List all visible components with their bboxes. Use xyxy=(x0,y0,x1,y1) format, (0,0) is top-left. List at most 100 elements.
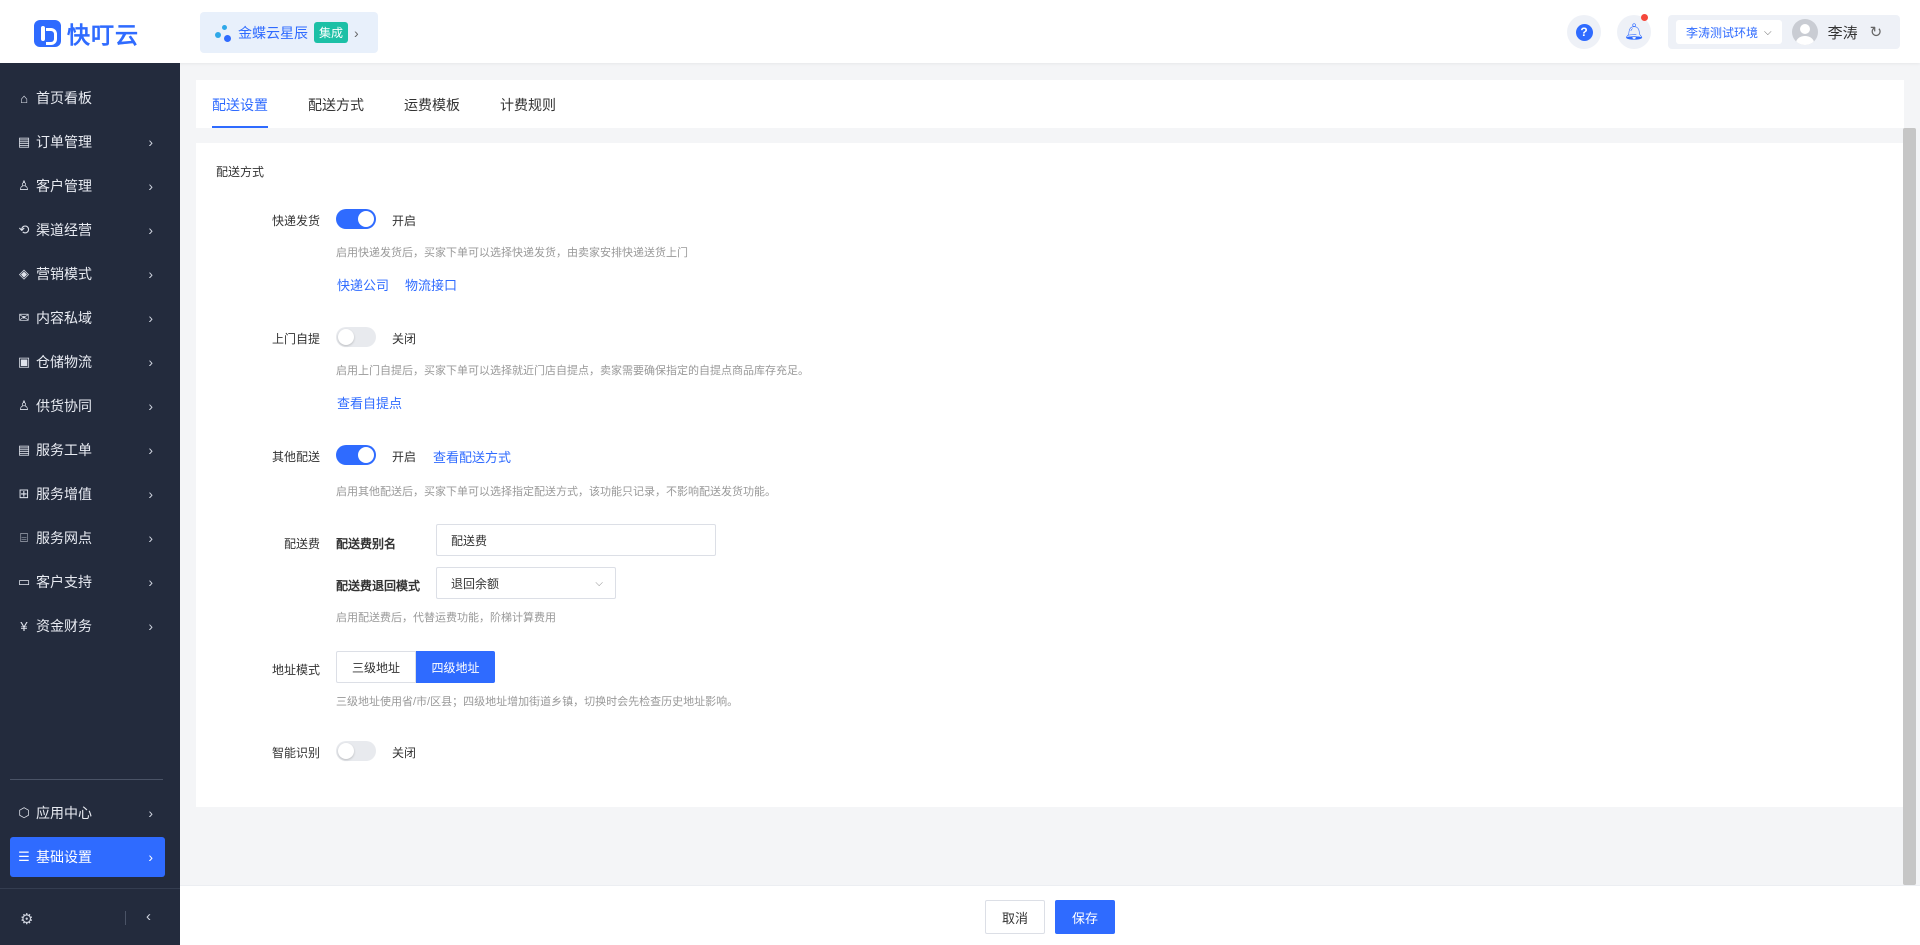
express-toggle[interactable] xyxy=(336,209,376,229)
sidebar-item-support[interactable]: ▭ 客户支持 › xyxy=(10,562,165,602)
sidebar-item-customers[interactable]: ♙ 客户管理 › xyxy=(10,166,165,206)
supply-icon: ♙ xyxy=(18,398,30,413)
section-title: 配送方式 xyxy=(216,165,265,179)
sidebar-item-marketing[interactable]: ◈ 营销模式 › xyxy=(10,254,165,294)
chevron-right-icon: › xyxy=(148,805,153,821)
avatar[interactable] xyxy=(1791,19,1818,45)
sidebar-footer-divider xyxy=(0,888,180,889)
help-icon: ? xyxy=(1575,23,1593,41)
chevron-down-icon: ⌵ xyxy=(595,577,603,589)
sidebar-item-app-center[interactable]: ⬡ 应用中心 › xyxy=(10,793,165,833)
sidebar-item-value-added[interactable]: ⊞ 服务增值 › xyxy=(10,474,165,514)
save-button[interactable]: 保存 xyxy=(1055,900,1115,934)
notification-button[interactable]: 🔔︎ xyxy=(1617,14,1651,49)
tab-delivery-settings[interactable]: 配送设置 xyxy=(212,95,268,128)
sidebar-item-label: 资金财务 xyxy=(36,618,92,634)
tab-freight-templates[interactable]: 运费模板 xyxy=(404,95,460,128)
smart-recognition-label: 智能识别 xyxy=(271,746,320,760)
chevron-down-icon: ⌵ xyxy=(1764,26,1772,38)
sidebar-item-channels[interactable]: ⟲ 渠道经营 › xyxy=(10,210,165,250)
chevron-right-icon: › xyxy=(148,574,153,590)
express-company-link[interactable]: 快递公司 xyxy=(337,275,389,294)
scrollbar-thumb[interactable] xyxy=(1903,128,1916,885)
view-pickup-points-link[interactable]: 查看自提点 xyxy=(337,393,402,412)
sidebar-item-finance[interactable]: ¥ 资金财务 › xyxy=(10,606,165,646)
order-icon: ▤ xyxy=(17,134,31,149)
app-dots-icon xyxy=(214,24,232,42)
fee-alias-value: 配送费 xyxy=(451,533,488,548)
address-mode-hint: 三级地址使用省/市/区县；四级地址增加街道乡镇，切换时会先检查历史地址影响。 xyxy=(336,696,739,708)
chevron-right-icon: › xyxy=(148,222,153,238)
channel-icon: ⟲ xyxy=(18,222,30,237)
environment-label: 李涛测试环境 xyxy=(1686,25,1759,40)
other-delivery-toggle[interactable] xyxy=(336,445,376,465)
logistics-api-link[interactable]: 物流接口 xyxy=(405,275,457,294)
customer-icon: ♙ xyxy=(18,178,30,193)
tab-delivery-methods[interactable]: 配送方式 xyxy=(308,95,364,128)
warehouse-icon: ▣ xyxy=(17,354,31,369)
help-button[interactable]: ? xyxy=(1567,15,1601,49)
sidebar-item-label: 客户支持 xyxy=(36,574,92,590)
app-logo[interactable]: 快叮云 xyxy=(34,16,139,50)
sidebar-item-warehouse[interactable]: ▣ 仓储物流 › xyxy=(10,342,165,382)
logo-text: 快叮云 xyxy=(67,22,139,48)
home-icon: ⌂ xyxy=(20,90,28,106)
sidebar-item-supply[interactable]: ♙ 供货协同 › xyxy=(10,386,165,426)
view-delivery-methods-link[interactable]: 查看配送方式 xyxy=(433,447,511,466)
address-mode-label: 地址模式 xyxy=(271,663,320,677)
pickup-hint: 启用上门自提后，买家下单可以选择就近门店自提点，卖家需要确保指定的自提点商品库存… xyxy=(336,365,809,377)
user-name[interactable]: 李涛 xyxy=(1828,22,1858,43)
app-name: 金蝶云星辰 xyxy=(238,24,308,41)
environment-select[interactable]: 李涛测试环境 ⌵ xyxy=(1676,20,1782,44)
collapse-sidebar-icon[interactable]: ‹ xyxy=(146,908,151,925)
delivery-fee-label: 配送费 xyxy=(283,537,320,551)
smart-recognition-toggle[interactable] xyxy=(336,741,376,761)
sidebar-item-label: 营销模式 xyxy=(36,266,92,282)
address-level3-option[interactable]: 三级地址 xyxy=(336,651,416,683)
fee-refund-select[interactable]: 退回余额 ⌵ xyxy=(436,567,616,599)
user-area: 李涛测试环境 ⌵ 李涛 ↻ xyxy=(1668,15,1900,49)
cancel-button[interactable]: 取消 xyxy=(985,900,1045,934)
refresh-icon[interactable]: ↻ xyxy=(1870,23,1883,41)
pickup-toggle[interactable] xyxy=(336,327,376,347)
sidebar-item-label: 服务增值 xyxy=(36,486,92,502)
delivery-fee-hint: 启用配送费后，代替运费功能，阶梯计算费用 xyxy=(336,612,556,624)
fee-alias-input[interactable]: 配送费 xyxy=(436,524,716,556)
sidebar-item-label: 仓储物流 xyxy=(36,354,92,370)
sidebar-item-label: 首页看板 xyxy=(36,90,92,106)
fee-refund-value: 退回余额 xyxy=(451,576,500,591)
fee-refund-label: 配送费退回模式 xyxy=(336,579,421,593)
smart-recognition-state: 关闭 xyxy=(392,746,417,760)
support-icon: ▭ xyxy=(17,574,31,589)
chevron-right-icon: › xyxy=(148,618,153,634)
ticket-icon: ▤ xyxy=(17,442,31,457)
sidebar-item-orders[interactable]: ▤ 订单管理 › xyxy=(10,122,165,162)
logo-icon xyxy=(34,19,61,47)
yuan-icon: ¥ xyxy=(20,618,28,634)
footer-separator xyxy=(125,911,126,925)
sidebar-item-service-outlets[interactable]: ⌸ 服务网点 › xyxy=(10,518,165,558)
tab-billing-rules[interactable]: 计费规则 xyxy=(500,95,556,128)
chevron-right-icon: › xyxy=(148,530,153,546)
chevron-right-icon: › xyxy=(148,486,153,502)
sidebar-item-basic-settings[interactable]: ☰ 基础设置 › xyxy=(10,837,165,877)
sidebar-item-dashboard[interactable]: ⌂ 首页看板 xyxy=(10,78,165,118)
tag-icon: ◈ xyxy=(19,266,29,281)
sidebar-item-content[interactable]: ✉ 内容私域 › xyxy=(10,298,165,338)
chevron-right-icon: › xyxy=(148,266,153,282)
sidebar-item-label: 订单管理 xyxy=(36,134,92,150)
sidebar-item-service-tickets[interactable]: ▤ 服务工单 › xyxy=(10,430,165,470)
pickup-label: 上门自提 xyxy=(271,332,320,346)
tabs-bar: 配送设置 配送方式 运费模板 计费规则 xyxy=(196,80,1904,128)
app-switcher[interactable]: 金蝶云星辰 集成 › xyxy=(200,12,378,53)
integration-badge: 集成 xyxy=(314,22,349,43)
other-delivery-state: 开启 xyxy=(392,450,417,464)
footer-action-bar: 取消 保存 xyxy=(180,885,1920,945)
sidebar-item-label: 内容私域 xyxy=(36,310,92,326)
sidebar-item-label: 应用中心 xyxy=(36,805,92,821)
address-level4-option[interactable]: 四级地址 xyxy=(416,651,495,683)
gear-icon[interactable]: ⚙ xyxy=(20,910,33,928)
sidebar-item-label: 客户管理 xyxy=(36,178,92,194)
store-icon: ⌸ xyxy=(20,530,28,545)
chevron-right-icon: › xyxy=(148,442,153,458)
